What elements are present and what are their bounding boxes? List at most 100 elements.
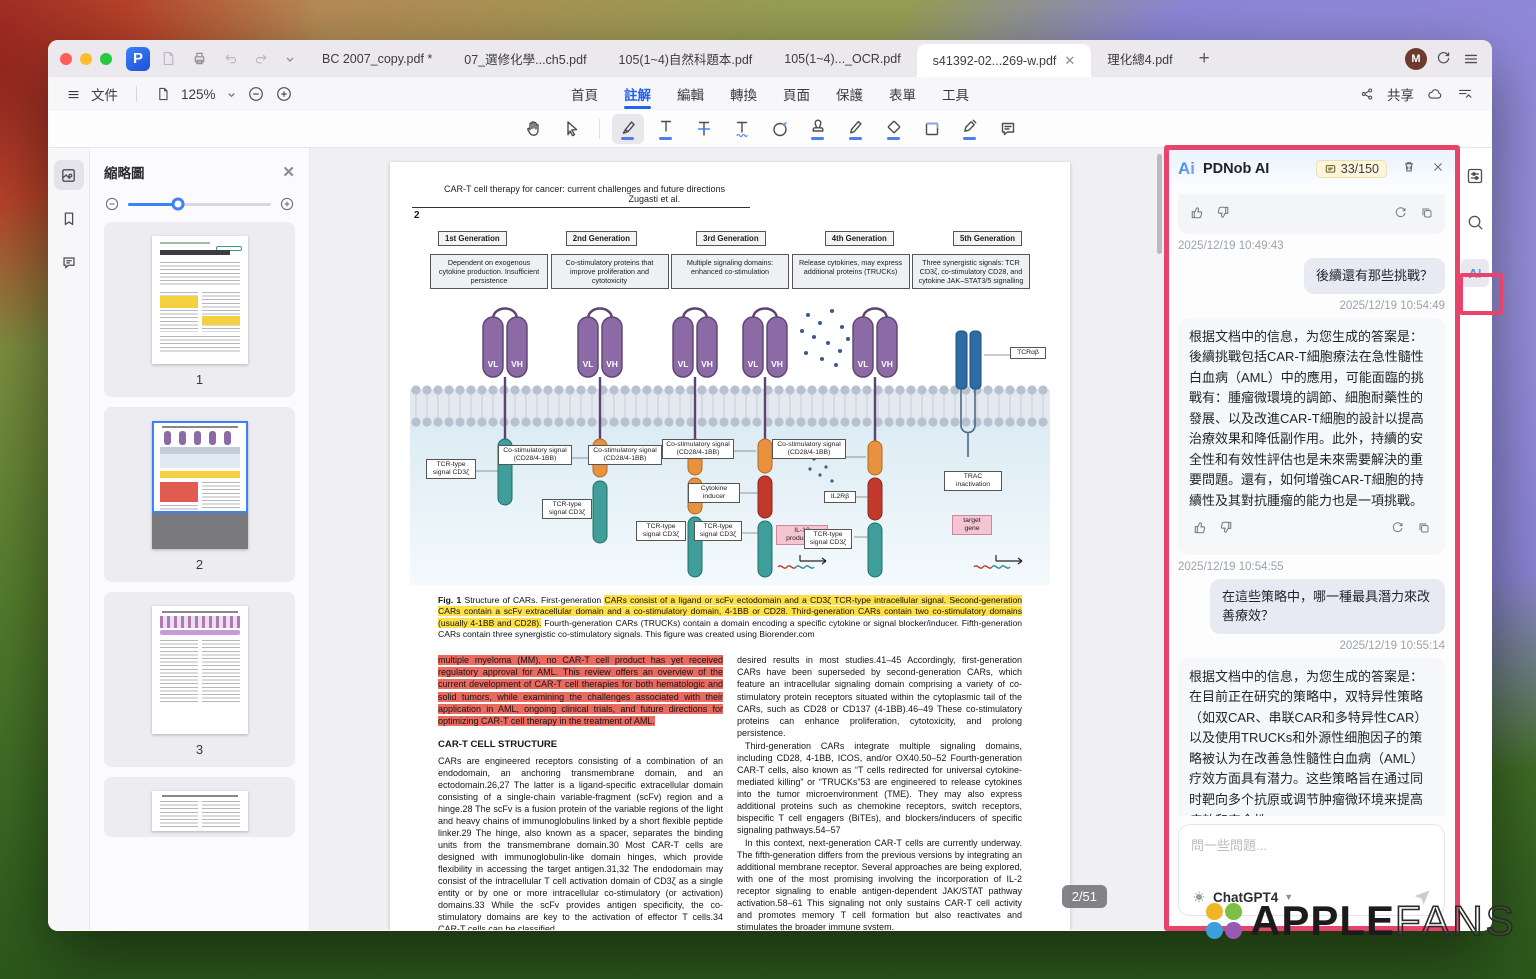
pencil-tool-icon[interactable] bbox=[840, 114, 872, 144]
tab-ocr-105[interactable]: 105(1~4)..._OCR.pdf bbox=[768, 40, 916, 77]
select-tool-icon[interactable] bbox=[555, 114, 587, 144]
titlebar-actions bbox=[160, 50, 296, 67]
applefans-watermark: APPLEFANS bbox=[1206, 900, 1517, 942]
thumbnail-page-3[interactable]: 3 bbox=[104, 592, 295, 767]
properties-panel-button[interactable] bbox=[1465, 166, 1485, 191]
tab-lihua4[interactable]: 理化總4.pdf bbox=[1091, 40, 1188, 77]
sync-icon[interactable] bbox=[1435, 50, 1452, 67]
clear-history-icon[interactable] bbox=[1401, 159, 1417, 180]
menu-edit[interactable]: 編輯 bbox=[677, 77, 704, 111]
zoom-window-button[interactable] bbox=[100, 53, 112, 65]
thumbnail-page-1[interactable]: 1 bbox=[104, 222, 295, 397]
hand-tool-icon[interactable] bbox=[517, 114, 549, 144]
quota-value: 33/150 bbox=[1341, 162, 1379, 176]
svg-text:VH: VH bbox=[606, 359, 618, 369]
message-actions bbox=[1189, 511, 1434, 551]
svg-text:VH: VH bbox=[771, 359, 783, 369]
undo-icon[interactable] bbox=[222, 50, 239, 67]
tab-s41392-active[interactable]: s41392-02...269-w.pdf✕ bbox=[917, 44, 1092, 77]
thumbs-up-icon[interactable] bbox=[1191, 519, 1208, 543]
menu-annotate[interactable]: 註解 bbox=[624, 77, 651, 111]
model-icon bbox=[1191, 889, 1207, 905]
thumbs-down-icon[interactable] bbox=[1215, 204, 1232, 224]
new-tab-button[interactable]: + bbox=[1189, 40, 1220, 77]
chat-input-placeholder: 問一些問題... bbox=[1191, 835, 1432, 854]
menu-form[interactable]: 表單 bbox=[889, 77, 916, 111]
signature-tool-icon[interactable] bbox=[954, 114, 986, 144]
redo-icon[interactable] bbox=[253, 50, 270, 67]
thumbs-up-icon[interactable] bbox=[1188, 204, 1205, 224]
menu-page[interactable]: 頁面 bbox=[783, 77, 810, 111]
paper-running-title: CAR-T cell therapy for cancer: current c… bbox=[440, 184, 1020, 194]
eraser-tool-icon[interactable] bbox=[878, 114, 910, 144]
search-panel-button[interactable] bbox=[1466, 213, 1485, 237]
minimize-window-button[interactable] bbox=[80, 53, 92, 65]
label-tcr-signal: TCR-type signal CD3ζ bbox=[636, 521, 686, 541]
comment-tool-icon[interactable] bbox=[992, 114, 1024, 144]
squiggly-underline-tool-icon[interactable] bbox=[726, 114, 758, 144]
regenerate-icon[interactable] bbox=[1390, 520, 1406, 543]
tab-chem-ch5[interactable]: 07_選修化學...ch5.pdf bbox=[448, 40, 602, 77]
close-window-button[interactable] bbox=[60, 53, 72, 65]
label-trac-inactivation: TRAC inactivation bbox=[944, 471, 1002, 491]
label-costim: Co-stimulatory signal (CD28/4-1BB) bbox=[498, 445, 572, 465]
highlight-tool-icon[interactable] bbox=[612, 114, 644, 144]
ellipse-shape-tool-icon[interactable] bbox=[764, 114, 796, 144]
regenerate-icon[interactable] bbox=[1393, 205, 1409, 224]
menu-home[interactable]: 首頁 bbox=[571, 77, 598, 111]
label-costim: Co-stimulatory signal (CD28/4-1BB) bbox=[588, 445, 662, 465]
copy-icon[interactable] bbox=[1419, 205, 1435, 224]
menu-convert[interactable]: 轉換 bbox=[730, 77, 757, 111]
thumbnail-page-2-selected[interactable]: 2 bbox=[104, 407, 295, 582]
viewer-scrollbar[interactable] bbox=[1157, 154, 1162, 254]
generation-desc: Multiple signaling domains: enhanced co-… bbox=[671, 254, 789, 289]
page-fit-icon[interactable] bbox=[155, 86, 171, 102]
zoom-in-icon[interactable] bbox=[275, 85, 293, 103]
close-ai-panel-icon[interactable] bbox=[1431, 160, 1445, 179]
previous-answer-fragment bbox=[1178, 194, 1445, 234]
thumbs-down-icon[interactable] bbox=[1218, 519, 1235, 543]
paper-page-number: 2 bbox=[414, 210, 1070, 221]
slider-zoom-in-icon[interactable] bbox=[279, 196, 295, 212]
thumbnail-page-4-partial[interactable] bbox=[104, 777, 295, 837]
strikethrough-tool-icon[interactable] bbox=[688, 114, 720, 144]
app-menu-icon[interactable] bbox=[1462, 50, 1480, 68]
tab-label: 07_選修化學...ch5.pdf bbox=[464, 49, 586, 68]
file-menu[interactable]: 文件 bbox=[91, 84, 118, 104]
share-label[interactable]: 共享 bbox=[1387, 84, 1414, 104]
watermark-outline-text: FANS bbox=[1395, 897, 1517, 944]
slider-zoom-out-icon[interactable] bbox=[104, 196, 120, 212]
right-icon-strip: AI bbox=[1457, 148, 1492, 930]
collapse-toolbar-icon[interactable] bbox=[1456, 85, 1474, 103]
stamp-tool-icon[interactable] bbox=[802, 114, 834, 144]
slider-knob[interactable] bbox=[172, 198, 185, 211]
account-avatar[interactable]: M bbox=[1405, 48, 1427, 70]
print-icon[interactable] bbox=[191, 50, 208, 67]
close-panel-icon[interactable]: ✕ bbox=[282, 163, 295, 181]
share-icon[interactable] bbox=[1359, 86, 1375, 102]
underline-tool-icon[interactable] bbox=[650, 114, 682, 144]
cloud-icon[interactable] bbox=[1426, 85, 1444, 103]
pdf-viewer[interactable]: CAR-T cell therapy for cancer: current c… bbox=[310, 148, 1165, 930]
chat-history[interactable]: 2025/12/19 10:49:43 後續還有那些挑戰？ 2025/12/19… bbox=[1166, 190, 1457, 816]
close-tab-icon[interactable]: ✕ bbox=[1064, 53, 1075, 69]
comments-panel-button[interactable] bbox=[54, 248, 84, 278]
thumbnails-panel-button[interactable] bbox=[54, 160, 84, 190]
thumbnail-size-slider[interactable] bbox=[128, 203, 271, 206]
bookmarks-panel-button[interactable] bbox=[54, 204, 84, 234]
menu-protect[interactable]: 保護 bbox=[836, 77, 863, 111]
new-document-icon[interactable] bbox=[160, 50, 177, 67]
ai-message-text: 根据文档中的信息，为您生成的答案是：後續挑戰包括CAR-T細胞療法在急性髓性白血… bbox=[1189, 329, 1424, 508]
zoom-dropdown-chevron-icon[interactable] bbox=[226, 89, 237, 100]
generation-desc: Dependent on exogenous cytokine producti… bbox=[430, 254, 548, 289]
more-actions-chevron-icon[interactable] bbox=[284, 53, 296, 65]
tab-science-105[interactable]: 105(1~4)自然科題本.pdf bbox=[603, 40, 769, 77]
zoom-level-value[interactable]: 125% bbox=[181, 87, 216, 102]
rectangle-shape-tool-icon[interactable] bbox=[916, 114, 948, 144]
ai-panel-button[interactable]: AI bbox=[1461, 259, 1489, 287]
main-toolbar: 文件 125% 首頁 註解 編輯 轉換 頁面 保護 表單 工具 共享 bbox=[48, 77, 1492, 111]
copy-icon[interactable] bbox=[1416, 520, 1432, 543]
zoom-out-icon[interactable] bbox=[247, 85, 265, 103]
menu-tools[interactable]: 工具 bbox=[942, 77, 969, 111]
tab-bc2007[interactable]: BC 2007_copy.pdf * bbox=[306, 40, 448, 77]
